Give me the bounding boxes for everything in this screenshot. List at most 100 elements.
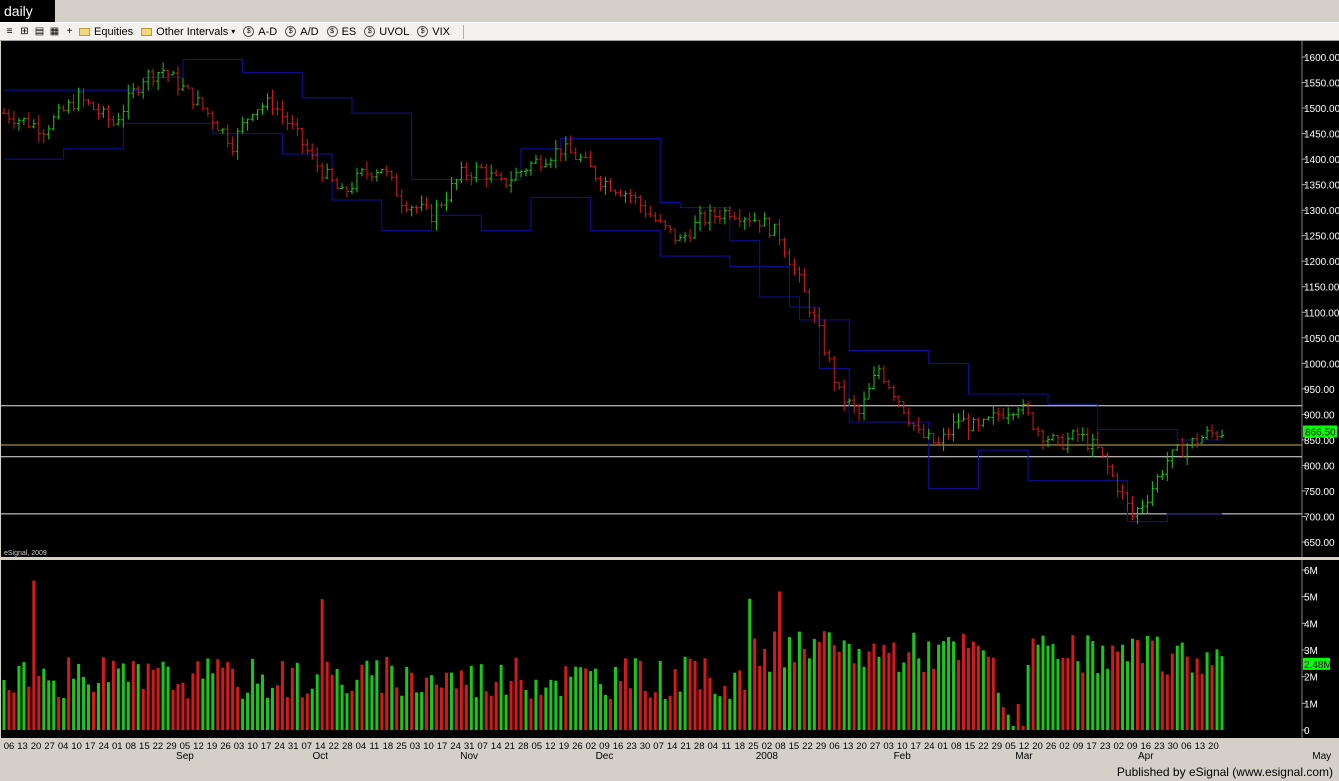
- volume-bar: [320, 599, 324, 730]
- volume-bar: [812, 638, 816, 730]
- volume-bar: [961, 634, 965, 730]
- date-tick-label: 30: [640, 741, 651, 752]
- folder-icon: [79, 27, 90, 36]
- window-title-tab[interactable]: daily: [0, 0, 55, 22]
- volume-bar: [599, 684, 603, 730]
- last-volume-label: 2.48M: [1304, 660, 1332, 671]
- volume-bar: [524, 689, 528, 730]
- volume-bar: [773, 631, 777, 730]
- volume-bar: [604, 694, 608, 730]
- volume-bar: [847, 643, 851, 730]
- month-tick-label: Oct: [312, 751, 328, 762]
- volume-bar: [683, 656, 687, 730]
- volume-bar: [922, 671, 926, 730]
- volume-bar: [285, 697, 289, 730]
- volume-bar: [932, 668, 936, 730]
- volume-bar: [91, 691, 95, 730]
- volume-bar: [206, 658, 210, 730]
- volume-bar: [181, 682, 185, 730]
- volume-tick-label: 4M: [1304, 619, 1318, 630]
- chart-area[interactable]: 1600.00 1550.00 1500.00 1450.00 1400.00 1350.…: [0, 41, 1339, 763]
- volume-bar: [151, 669, 155, 730]
- volume-bar: [609, 698, 613, 730]
- volume-bar: [186, 698, 190, 730]
- date-tick-label: 30: [1168, 741, 1179, 752]
- price-axis[interactable]: [1302, 41, 1339, 557]
- volume-bar: [1165, 674, 1169, 730]
- date-tick-label: 01: [112, 741, 123, 752]
- volume-tick-label: 3M: [1304, 646, 1318, 657]
- volume-bar: [628, 688, 632, 730]
- properties-icon[interactable]: ▦: [49, 26, 60, 37]
- symbol-uvol-button[interactable]: $ UVOL: [364, 26, 409, 38]
- chart-settings-icon[interactable]: ≡: [4, 26, 15, 37]
- volume-bar: [375, 660, 379, 730]
- volume-bar: [2, 679, 6, 730]
- month-tick-label: Sep: [176, 751, 194, 762]
- date-tick-label: 13: [17, 741, 28, 752]
- volume-bar: [166, 666, 170, 730]
- price-tick-label: 1250.00: [1304, 232, 1339, 243]
- date-tick-label: 11: [369, 741, 379, 752]
- date-tick-label: 22: [153, 741, 164, 752]
- symbol-vix-button[interactable]: $ VIX: [417, 26, 450, 38]
- date-tick-label: 15: [789, 741, 800, 752]
- volume-bar: [171, 690, 175, 730]
- symbol-a-slash-d-button[interactable]: $ A/D: [285, 26, 319, 38]
- equities-folder-button[interactable]: Equities: [79, 26, 133, 38]
- date-tick-label: 23: [626, 741, 637, 752]
- page-icon[interactable]: ▤: [34, 26, 45, 37]
- volume-bar: [589, 671, 593, 730]
- dropdown-arrow-icon: ▾: [231, 27, 236, 36]
- symbol-es-button[interactable]: $ ES: [326, 26, 356, 38]
- volume-bar: [514, 657, 518, 730]
- volume-bar: [67, 657, 71, 730]
- volume-bar: [986, 656, 990, 730]
- volume-bar: [877, 656, 881, 730]
- volume-bar: [957, 660, 961, 730]
- volume-bar: [226, 662, 230, 730]
- price-tick-label: 1100.00: [1304, 308, 1339, 319]
- volume-bar: [430, 675, 434, 730]
- volume-bar: [842, 640, 846, 730]
- volume-bar: [1071, 635, 1075, 730]
- volume-bar: [52, 680, 56, 730]
- last-price-label: 866.50: [1305, 427, 1336, 438]
- volume-bar: [738, 670, 742, 730]
- volume-bar: [802, 648, 806, 730]
- volume-bar: [365, 660, 369, 730]
- volume-bar: [1116, 651, 1120, 730]
- volume-bar: [623, 658, 627, 730]
- volume-bar: [1190, 672, 1194, 730]
- other-intervals-folder-button[interactable]: Other Intervals ▾: [141, 26, 235, 38]
- volume-bar: [822, 631, 826, 730]
- zoom-icon[interactable]: ⊞: [19, 26, 30, 37]
- volume-bar: [509, 680, 513, 730]
- volume-bar: [1081, 672, 1085, 730]
- date-tick-label: 28: [342, 741, 353, 752]
- symbol-a-d-button[interactable]: $ A-D: [243, 26, 277, 38]
- volume-bar: [1031, 638, 1035, 730]
- volume-bar: [892, 642, 896, 730]
- volume-bar: [370, 675, 374, 730]
- volume-bar: [454, 688, 458, 730]
- volume-bar: [902, 662, 906, 730]
- volume-bar: [1011, 726, 1015, 730]
- date-tick-label: 13: [1195, 741, 1206, 752]
- volume-bar: [668, 695, 672, 730]
- volume-bar: [295, 662, 299, 730]
- volume-bar: [141, 688, 145, 730]
- volume-bar: [504, 694, 508, 730]
- volume-bar: [236, 686, 240, 730]
- volume-bar: [976, 645, 980, 730]
- volume-bar: [549, 679, 553, 730]
- volume-bar: [1061, 657, 1065, 730]
- volume-bar: [1200, 674, 1204, 730]
- volume-bar: [37, 675, 41, 730]
- price-pane[interactable]: [1, 41, 1302, 557]
- price-tick-label: 1200.00: [1304, 257, 1339, 268]
- date-tick-label: 19: [559, 741, 570, 752]
- price-tick-label: 700.00: [1304, 512, 1335, 523]
- volume-bar: [191, 673, 195, 730]
- add-study-icon[interactable]: +: [64, 26, 75, 37]
